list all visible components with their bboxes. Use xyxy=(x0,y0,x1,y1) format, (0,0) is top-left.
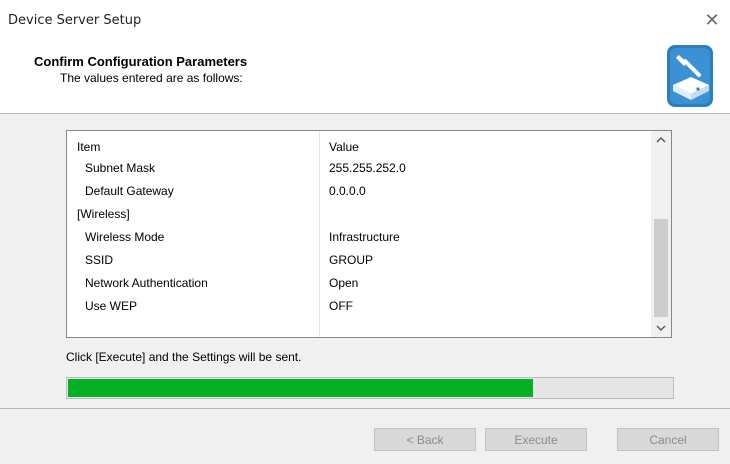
list-rows: Subnet Mask 255.255.252.0 Default Gatewa… xyxy=(67,157,649,318)
list-row[interactable]: Network Authentication Open xyxy=(67,272,649,295)
list-row[interactable]: Wireless Mode Infrastructure xyxy=(67,226,649,249)
content-area: Item Value Subnet Mask 255.255.252.0 Def… xyxy=(0,114,730,408)
vertical-scrollbar[interactable] xyxy=(651,131,671,337)
page-title: Confirm Configuration Parameters xyxy=(34,54,248,69)
close-button[interactable]: ✕ xyxy=(694,6,730,34)
wizard-header: Confirm Configuration Parameters The val… xyxy=(0,40,730,114)
status-text: Click [Execute] and the Settings will be… xyxy=(66,350,302,364)
row-value: 0.0.0.0 xyxy=(329,184,366,198)
scroll-up-button[interactable] xyxy=(651,131,671,149)
row-item: [Wireless] xyxy=(77,207,130,221)
title-bar: Device Server Setup ✕ xyxy=(0,0,730,40)
list-row[interactable]: Default Gateway 0.0.0.0 xyxy=(67,180,649,203)
row-item: Network Authentication xyxy=(85,276,208,290)
scrollbar-thumb[interactable] xyxy=(654,219,668,317)
row-value: Infrastructure xyxy=(329,230,400,244)
column-header-item[interactable]: Item xyxy=(77,140,100,154)
progress-fill xyxy=(68,379,533,397)
row-value: Open xyxy=(329,276,359,290)
chevron-down-icon xyxy=(656,325,666,331)
scroll-down-button[interactable] xyxy=(651,319,671,337)
list-row[interactable]: [Wireless] xyxy=(67,203,649,226)
row-item: Subnet Mask xyxy=(85,161,156,175)
list-row[interactable]: Use WEP OFF xyxy=(67,295,649,318)
page-subtitle: The values entered are as follows: xyxy=(60,71,243,85)
row-value: GROUP xyxy=(329,253,374,267)
window-title: Device Server Setup xyxy=(8,13,142,28)
cancel-button[interactable]: Cancel xyxy=(617,428,719,451)
button-bar: < Back Execute Cancel xyxy=(0,408,730,464)
chevron-up-icon xyxy=(656,137,666,143)
list-row[interactable]: SSID GROUP xyxy=(67,249,649,272)
wrench-device-icon xyxy=(667,45,713,107)
back-button[interactable]: < Back xyxy=(374,428,476,451)
row-value: 255.255.252.0 xyxy=(329,161,406,175)
column-header-value[interactable]: Value xyxy=(329,140,359,154)
row-item: Wireless Mode xyxy=(85,230,165,244)
execute-button[interactable]: Execute xyxy=(485,428,587,451)
row-value: OFF xyxy=(329,299,353,313)
row-item: SSID xyxy=(85,253,114,267)
list-header: Item Value xyxy=(67,131,649,155)
config-list[interactable]: Item Value Subnet Mask 255.255.252.0 Def… xyxy=(66,130,672,338)
row-item: Use WEP xyxy=(85,299,138,313)
list-row[interactable]: Subnet Mask 255.255.252.0 xyxy=(67,157,649,180)
progress-bar xyxy=(66,377,674,399)
close-icon: ✕ xyxy=(704,9,720,31)
row-item: Default Gateway xyxy=(85,184,174,198)
